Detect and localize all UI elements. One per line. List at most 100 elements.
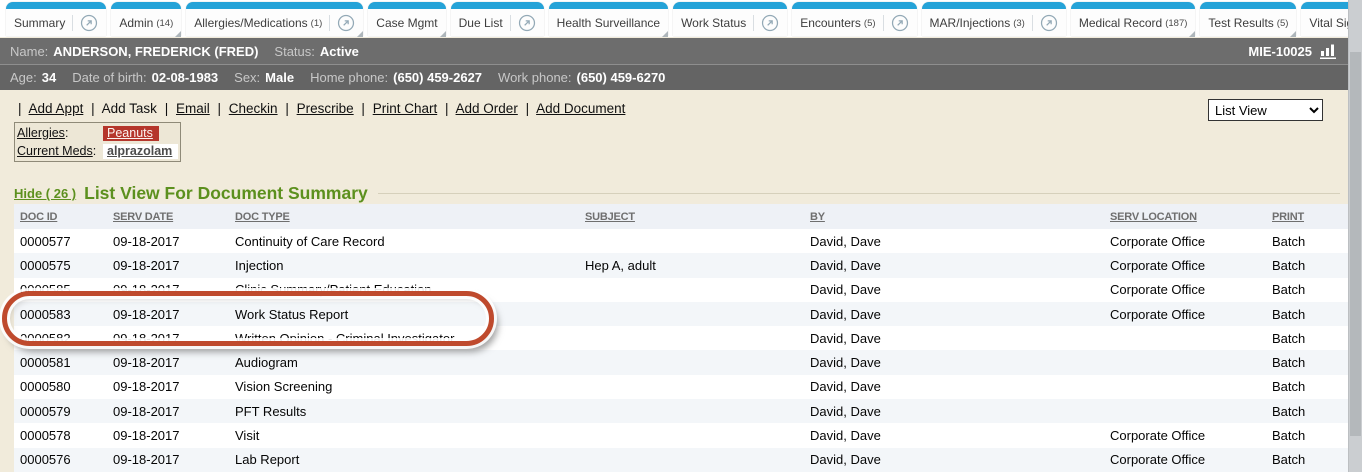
table-row-doc-0000575[interactable]: 000057509-18-2017InjectionHep A, adultDa… [14, 253, 1348, 277]
tab-test-results[interactable]: Test Results(5) [1200, 2, 1296, 36]
tab-summary[interactable]: Summary [6, 2, 106, 36]
allergy-value-peanuts[interactable]: Peanuts [103, 126, 159, 141]
cell-print[interactable]: Batch [1266, 258, 1348, 273]
table-row-doc-0000579[interactable]: 000057909-18-2017PFT ResultsDavid, DaveB… [14, 399, 1348, 423]
tab-medical-record[interactable]: Medical Record(187) [1071, 2, 1196, 36]
tab-encounters[interactable]: Encounters(5) [792, 2, 916, 36]
quicklink-checkin[interactable]: Checkin [229, 101, 278, 116]
tab-dropdown-notch[interactable] [440, 31, 446, 37]
cell-print[interactable]: Batch [1266, 404, 1348, 419]
quicklink-print-chart[interactable]: Print Chart [373, 101, 438, 116]
table-row-doc-0000580[interactable]: 000058009-18-2017Vision ScreeningDavid, … [14, 375, 1348, 399]
cell-doc-id[interactable]: 0000578 [14, 428, 107, 443]
cell-print[interactable]: Batch [1266, 379, 1348, 394]
table-row-doc-0000582[interactable]: 000058209-18-2017Written Opinion - Crimi… [14, 326, 1348, 350]
link-separator: | [218, 101, 222, 116]
tab-label: Case Mgmt [376, 16, 437, 30]
column-header-by[interactable]: BY [804, 211, 1104, 223]
tab-dropdown-notch[interactable] [662, 31, 668, 37]
cell-doc-type: Work Status Report [229, 307, 579, 322]
current-meds-link[interactable]: Current Meds [17, 144, 93, 158]
tab-divider [72, 15, 73, 31]
cell-doc-id[interactable]: 0000576 [14, 452, 107, 467]
tab-case-mgmt[interactable]: Case Mgmt [368, 2, 445, 36]
cell-print[interactable]: Batch [1266, 282, 1348, 297]
cell-serv-date: 09-18-2017 [107, 404, 229, 419]
table-row-doc-0000581[interactable]: 000058109-18-2017AudiogramDavid, DaveBat… [14, 350, 1348, 374]
status-label: Status: [274, 44, 314, 59]
tab-health-surveillance[interactable]: Health Surveillance [549, 2, 668, 36]
column-header-doc-type[interactable]: DOC TYPE [229, 211, 579, 223]
column-header-subject[interactable]: SUBJECT [579, 211, 804, 223]
hide-count-link[interactable]: Hide ( 26 ) [14, 186, 76, 201]
table-row-doc-0000576[interactable]: 000057609-18-2017Lab ReportDavid, DaveCo… [14, 448, 1348, 472]
cell-doc-type: Continuity of Care Record [229, 234, 579, 249]
quicklink-add-task[interactable]: Add Task [102, 101, 157, 116]
cell-by: David, Dave [804, 307, 1104, 322]
popout-arrow-icon[interactable] [1040, 14, 1058, 32]
cell-doc-id[interactable]: 0000583 [14, 307, 107, 322]
cell-by: David, Dave [804, 379, 1104, 394]
dob-label: Date of birth: [72, 70, 146, 85]
cell-print[interactable]: Batch [1266, 234, 1348, 249]
tab-dropdown-notch[interactable] [357, 31, 363, 37]
table-row-doc-0000585[interactable]: 000058509-18-2017Clinic Summary/Patient … [14, 278, 1348, 302]
cell-doc-id[interactable]: 0000582 [14, 331, 107, 346]
popout-arrow-icon[interactable] [80, 14, 98, 32]
patient-name-group: Name: ANDERSON, FREDERICK (FRED) [10, 44, 258, 59]
link-separator: | [91, 101, 95, 116]
tab-label: Health Surveillance [557, 16, 660, 30]
popout-arrow-icon[interactable] [518, 14, 536, 32]
column-header-serv-date[interactable]: SERV DATE [107, 211, 229, 223]
view-mode-select[interactable]: List View [1208, 99, 1323, 121]
popout-arrow-icon[interactable] [337, 14, 355, 32]
tab-admin[interactable]: Admin(14) [111, 2, 181, 36]
cell-doc-id[interactable]: 0000579 [14, 404, 107, 419]
cell-print[interactable]: Batch [1266, 307, 1348, 322]
table-row-doc-0000578[interactable]: 000057809-18-2017VisitDavid, DaveCorpora… [14, 423, 1348, 447]
vertical-scrollbar[interactable] [1348, 0, 1362, 472]
tab-allergies-medications[interactable]: Allergies/Medications(1) [186, 2, 363, 36]
tab-due-list[interactable]: Due List [451, 2, 544, 36]
cell-print[interactable]: Batch [1266, 331, 1348, 346]
tab-dropdown-notch[interactable] [1189, 31, 1195, 37]
cell-print[interactable]: Batch [1266, 428, 1348, 443]
quicklink-prescribe[interactable]: Prescribe [297, 101, 354, 116]
cell-doc-type: Visit [229, 428, 579, 443]
column-header-doc-id[interactable]: DOC ID [14, 211, 107, 223]
popout-arrow-icon[interactable] [761, 14, 779, 32]
column-header-serv-location[interactable]: SERV LOCATION [1104, 211, 1266, 223]
column-header-print[interactable]: PRINT [1266, 211, 1348, 223]
cell-doc-id[interactable]: 0000585 [14, 282, 107, 297]
cell-by: David, Dave [804, 428, 1104, 443]
cell-doc-id[interactable]: 0000575 [14, 258, 107, 273]
quicklink-add-appt[interactable]: Add Appt [29, 101, 84, 116]
table-row-doc-0000577[interactable]: 000057709-18-2017Continuity of Care Reco… [14, 229, 1348, 253]
chart-content-area: | Add Appt | Add Task | Email | Checkin … [0, 90, 1348, 472]
bar-chart-icon[interactable] [1320, 43, 1338, 59]
cell-doc-id[interactable]: 0000577 [14, 234, 107, 249]
table-row-doc-0000583[interactable]: 000058309-18-2017Work Status ReportDavid… [14, 302, 1348, 326]
document-summary-table: DOC IDSERV DATEDOC TYPESUBJECTBYSERV LOC… [14, 204, 1348, 472]
popout-arrow-icon[interactable] [891, 14, 909, 32]
med-value-alprazolam[interactable]: alprazolam [103, 144, 178, 159]
quicklink-add-document[interactable]: Add Document [536, 101, 625, 116]
cell-print[interactable]: Batch [1266, 355, 1348, 370]
tab-mar-injections[interactable]: MAR/Injections(3) [922, 2, 1066, 36]
tab-divider [329, 15, 330, 31]
cell-doc-id[interactable]: 0000580 [14, 379, 107, 394]
allergies-link[interactable]: Allergies [17, 126, 65, 140]
tab-dropdown-notch[interactable] [1290, 31, 1296, 37]
cell-serv-date: 09-18-2017 [107, 452, 229, 467]
quicklink-add-order[interactable]: Add Order [456, 101, 518, 116]
tab-dropdown-notch[interactable] [175, 31, 181, 37]
cell-by: David, Dave [804, 282, 1104, 297]
cell-print[interactable]: Batch [1266, 452, 1348, 467]
cell-doc-id[interactable]: 0000581 [14, 355, 107, 370]
tab-work-status[interactable]: Work Status [673, 2, 787, 36]
tab-label: Allergies/Medications [194, 16, 307, 30]
cell-serv-date: 09-18-2017 [107, 355, 229, 370]
patient-demographics-bar: Age:34 Date of birth:02-08-1983 Sex:Male… [0, 64, 1348, 90]
quicklink-email[interactable]: Email [176, 101, 210, 116]
scrollbar-thumb[interactable] [1350, 52, 1361, 436]
